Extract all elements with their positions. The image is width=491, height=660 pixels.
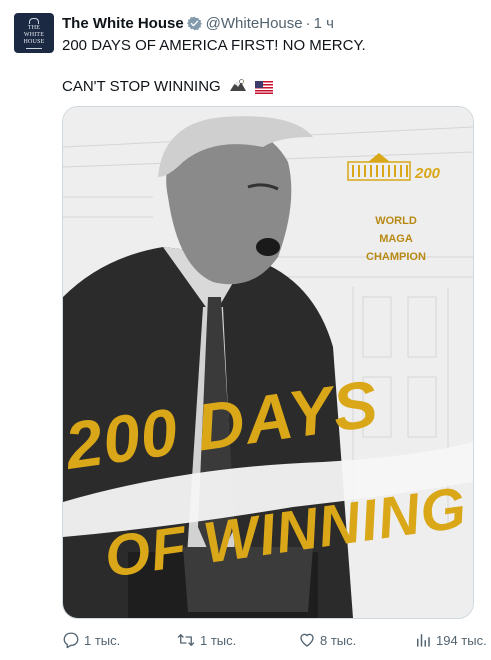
tweet-text-line-2: CAN'T STOP WINNING	[62, 78, 274, 98]
like-count: 8 тыс.	[320, 632, 357, 648]
like-button[interactable]: 8 тыс.	[298, 629, 356, 651]
retweet-icon	[177, 634, 195, 646]
verified-badge-icon	[186, 16, 202, 31]
crest-icon	[29, 17, 39, 24]
avatar-text-1: THE	[27, 24, 41, 31]
views-count: 194 тыс.	[436, 632, 487, 648]
retweet-count: 1 тыс.	[200, 632, 237, 648]
tweet-header: The White House @WhiteHouse · 1 ч	[62, 13, 334, 33]
author-name[interactable]: The White House	[62, 15, 184, 32]
eagle-emoji-icon	[229, 78, 247, 98]
views-button[interactable]: 194 тыс.	[414, 629, 487, 651]
views-chart-icon	[417, 634, 430, 647]
us-flag-emoji-icon	[255, 81, 274, 98]
tweet-text-line-2-content: CAN'T STOP WINNING	[62, 78, 221, 95]
retweet-button[interactable]: 1 тыс.	[176, 629, 236, 651]
tweet[interactable]: THE WHITE HOUSE The White House @WhiteHo…	[0, 0, 491, 660]
tweet-time[interactable]: 1 ч	[314, 15, 334, 32]
avatar-rule	[26, 47, 42, 49]
tweet-text-line-1: 200 DAYS OF AMERICA FIRST! NO MERCY.	[62, 37, 366, 54]
badge-line-3: CHAMPION	[366, 251, 426, 263]
heart-icon	[300, 633, 314, 647]
tweet-media-image[interactable]: 200 WORLD MAGA CHAMPION 200 DAYS OF WINN…	[62, 106, 474, 619]
avatar-text-3: HOUSE	[23, 38, 45, 45]
badge-line-1: WORLD	[375, 215, 417, 227]
reply-button[interactable]: 1 тыс.	[62, 629, 120, 651]
reply-icon	[63, 632, 79, 649]
badge-line-2: MAGA	[379, 233, 413, 245]
reply-count: 1 тыс.	[84, 632, 121, 648]
avatar[interactable]: THE WHITE HOUSE	[14, 13, 54, 53]
tweet-actions: 1 тыс. 1 тыс. 8 тыс. 194 тыс.	[62, 629, 487, 651]
avatar-text-2: WHITE	[23, 31, 45, 38]
logo-number: 200	[414, 165, 441, 182]
header-separator: ·	[305, 14, 311, 32]
author-handle[interactable]: @WhiteHouse	[206, 15, 303, 32]
